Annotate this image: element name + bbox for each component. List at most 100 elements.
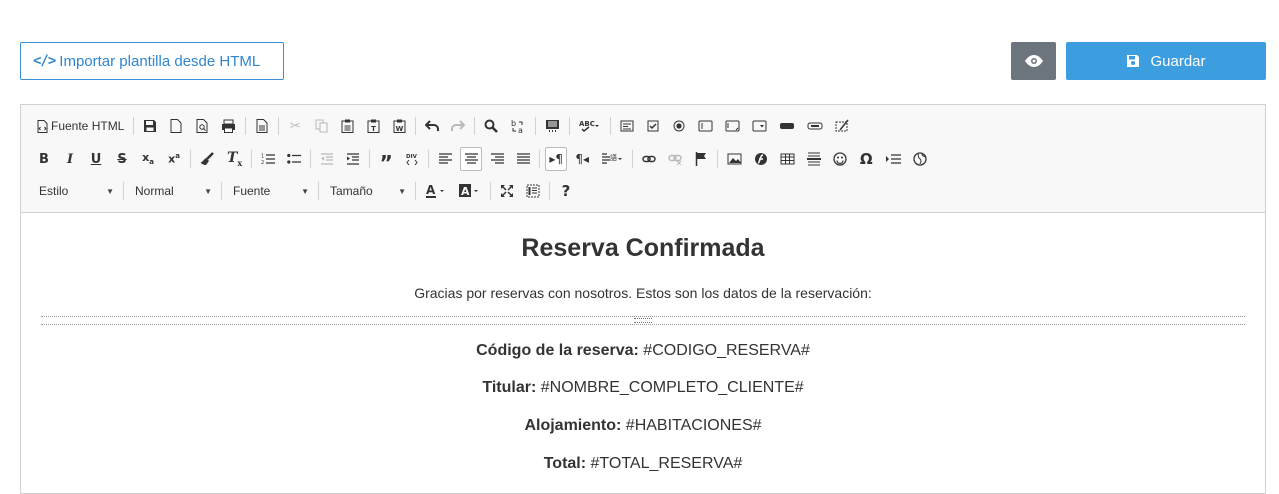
checkbox-button[interactable] xyxy=(642,114,664,138)
new-page-button[interactable] xyxy=(165,114,187,138)
style-combo[interactable]: Estilo ▼ xyxy=(31,179,120,203)
paste-text-button[interactable]: T xyxy=(362,114,384,138)
save-label: Guardar xyxy=(1150,52,1206,70)
blockquote-button[interactable]: ” xyxy=(375,147,397,173)
copy-button[interactable] xyxy=(310,114,332,138)
cut-button[interactable]: ✂ xyxy=(284,114,306,138)
flash-button[interactable] xyxy=(750,147,772,171)
language-button[interactable]: 語 xyxy=(597,147,627,171)
select-field-button[interactable] xyxy=(748,114,771,138)
field-label: Alojamiento: xyxy=(524,417,622,434)
image-button-field-button[interactable] xyxy=(803,114,827,138)
align-left-button[interactable] xyxy=(434,147,456,171)
toolbar-separator xyxy=(278,117,280,135)
svg-text:W: W xyxy=(395,125,403,133)
show-blocks-button[interactable] xyxy=(522,179,544,203)
editor-content[interactable]: Reserva Confirmada Gracias por reservas … xyxy=(21,213,1265,493)
toolbar-separator xyxy=(632,150,634,168)
radio-icon xyxy=(673,120,685,132)
flag-icon xyxy=(695,152,707,166)
image-button[interactable] xyxy=(723,147,746,171)
bullet-list-button[interactable] xyxy=(283,147,305,171)
font-combo[interactable]: Fuente ▼ xyxy=(225,179,315,203)
format-combo[interactable]: Normal ▼ xyxy=(127,179,218,203)
outdent-button[interactable] xyxy=(316,147,338,171)
italic-button[interactable]: I xyxy=(59,147,81,171)
bg-color-button[interactable]: A xyxy=(455,179,485,203)
button-field-button[interactable] xyxy=(775,114,799,138)
print-button[interactable] xyxy=(217,114,240,138)
size-combo[interactable]: Tamaño ▼ xyxy=(322,179,412,203)
align-center-button[interactable] xyxy=(460,147,483,171)
iframe-button[interactable] xyxy=(909,147,931,171)
text-ltr-button[interactable]: ▸¶ xyxy=(545,147,568,171)
textfield-button[interactable] xyxy=(694,114,717,138)
copy-icon xyxy=(315,119,328,133)
spellcheck-button[interactable]: ABC xyxy=(575,114,605,138)
toolbar-separator xyxy=(318,182,319,200)
toolbar-separator xyxy=(245,117,247,135)
justify-button[interactable] xyxy=(512,147,534,171)
help-button[interactable]: ? xyxy=(555,179,577,203)
page-break-button[interactable] xyxy=(881,147,905,171)
paste-word-icon: W xyxy=(393,119,406,133)
anchor-button[interactable] xyxy=(690,147,712,171)
hidden-field-button[interactable] xyxy=(831,114,854,138)
select-all-button[interactable] xyxy=(541,114,564,138)
replace-button[interactable]: ba xyxy=(506,114,530,138)
preview-button[interactable] xyxy=(1011,42,1056,80)
create-div-button[interactable]: DIV xyxy=(401,147,423,171)
form-button[interactable] xyxy=(616,114,638,138)
paste-icon xyxy=(341,119,354,133)
field-value: #HABITACIONES# xyxy=(621,417,762,434)
bold-button[interactable]: B xyxy=(33,147,55,171)
text-rtl-button[interactable]: ¶◂ xyxy=(571,147,593,171)
unlink-button[interactable] xyxy=(664,147,686,171)
svg-text:T: T xyxy=(371,125,376,133)
indent-button[interactable] xyxy=(342,147,364,171)
strikethrough-label: S xyxy=(117,151,127,167)
table-button[interactable] xyxy=(776,147,799,171)
smiley-button[interactable] xyxy=(829,147,851,171)
save-button[interactable]: Guardar xyxy=(1066,42,1266,80)
source-html-button[interactable]: Fuente HTML xyxy=(33,114,128,138)
textarea-button[interactable] xyxy=(721,114,744,138)
field-label: Total: xyxy=(543,455,587,472)
link-button[interactable] xyxy=(638,147,660,171)
text-color-button[interactable]: A xyxy=(421,179,451,203)
page-break-icon xyxy=(886,154,902,164)
chevron-down-icon: ▼ xyxy=(106,186,114,196)
ltr-icon: ▸¶ xyxy=(549,152,564,166)
strikethrough-button[interactable]: S xyxy=(111,147,133,171)
remove-format-icon: Tx xyxy=(227,150,243,168)
paste-button[interactable] xyxy=(336,114,358,138)
toolbar-separator xyxy=(310,150,312,168)
subscript-button[interactable]: xa xyxy=(137,147,159,171)
flash-icon xyxy=(755,153,768,165)
save-doc-button[interactable] xyxy=(139,114,161,138)
redo-button[interactable] xyxy=(447,114,469,138)
horizontal-rule-button[interactable] xyxy=(803,147,825,171)
special-char-button[interactable]: Ω xyxy=(855,147,877,171)
unlink-icon xyxy=(668,154,682,165)
preview-doc-button[interactable] xyxy=(191,114,213,138)
underline-button[interactable]: U xyxy=(85,147,107,171)
import-template-button[interactable]: </> Importar plantilla desde HTML xyxy=(20,42,284,80)
find-button[interactable] xyxy=(480,114,502,138)
paste-word-button[interactable]: W xyxy=(388,114,410,138)
remove-format-button[interactable]: Tx xyxy=(223,147,246,171)
superscript-button[interactable]: xa xyxy=(163,147,185,171)
image-icon xyxy=(727,153,742,165)
align-right-button[interactable] xyxy=(486,147,508,171)
new-page-icon xyxy=(170,119,182,133)
undo-button[interactable] xyxy=(421,114,443,138)
toolbar-separator xyxy=(251,150,253,168)
svg-text:a: a xyxy=(518,126,523,134)
copy-format-button[interactable] xyxy=(196,147,219,171)
maximize-button[interactable] xyxy=(496,179,518,203)
bg-color-icon: A xyxy=(459,184,478,198)
templates-button[interactable] xyxy=(251,114,273,138)
radio-button[interactable] xyxy=(668,114,690,138)
replace-icon: ba xyxy=(511,119,523,134)
numbered-list-button[interactable]: 12 xyxy=(257,147,279,171)
